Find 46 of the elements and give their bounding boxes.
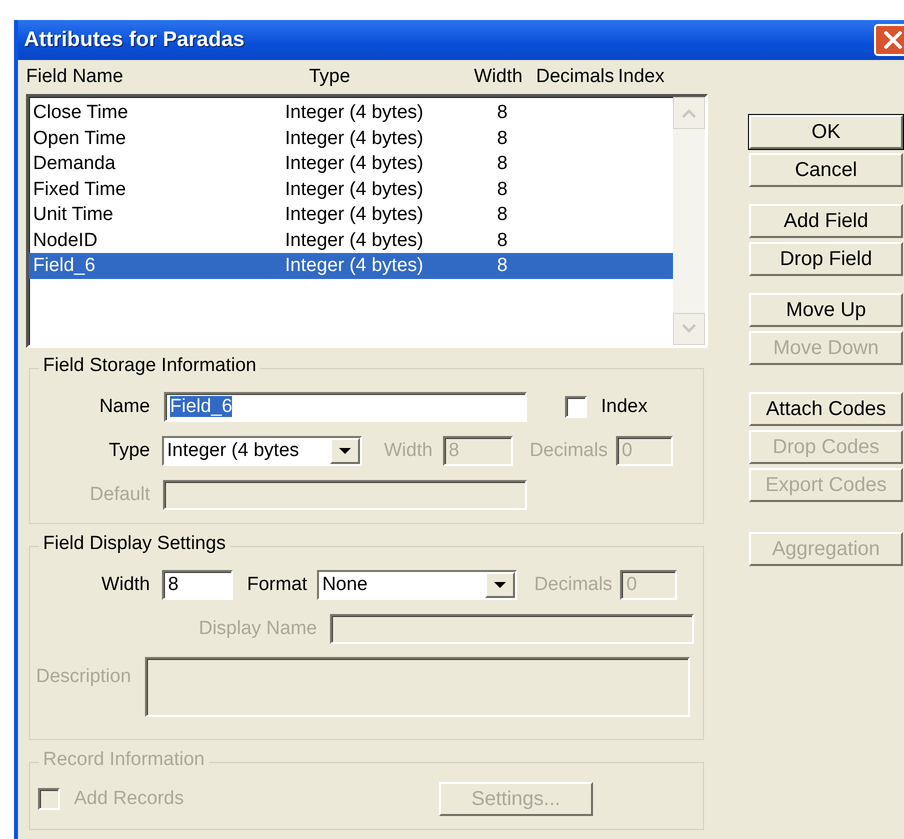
column-header: Type [309, 64, 352, 89]
list-row[interactable]: Demanda Integer (4 bytes) 8 [29, 151, 673, 176]
dialog-button[interactable]: Drop Field [749, 242, 903, 276]
column-header: Width [474, 64, 524, 89]
close-icon [884, 31, 902, 49]
scrollbar[interactable] [673, 97, 705, 345]
dropdown-arrow-icon [493, 581, 508, 589]
scroll-down-icon [681, 324, 697, 334]
field-label: Decimals [534, 572, 612, 597]
column-header: Index [618, 64, 666, 89]
field-label: Display Name [198, 616, 317, 641]
checkbox[interactable] [565, 396, 587, 418]
list-row[interactable]: Unit Time Integer (4 bytes) 8 [29, 202, 673, 228]
list-row[interactable]: Close Time Integer (4 bytes) 8 [29, 100, 673, 126]
close-button[interactable] [874, 24, 904, 56]
group-title: Field Storage Information [39, 355, 260, 378]
scroll-up-icon [681, 108, 697, 118]
field-label: Description [36, 665, 132, 689]
field-label: Decimals [530, 438, 608, 463]
field-label: Width [384, 438, 433, 463]
field-label: Width [100, 572, 150, 597]
type-dropdown[interactable]: Integer (4 bytes [162, 436, 362, 466]
field-label: Type [108, 438, 150, 463]
field-label: Index [601, 394, 648, 419]
format-dropdown[interactable]: None [317, 570, 518, 600]
field-label: Default [88, 482, 150, 507]
window-title: Attributes for Paradas [24, 27, 245, 54]
list-row[interactable]: Open Time Integer (4 bytes) 8 [29, 126, 673, 151]
list-row[interactable]: Fixed Time Integer (4 bytes) 8 [29, 176, 673, 202]
width-field[interactable]: 8 [162, 570, 233, 600]
dialog-button[interactable]: Move Up [749, 293, 903, 327]
field-label: Add Records [74, 786, 184, 811]
name-field[interactable]: Field_6 [164, 392, 527, 422]
field-label: Name [98, 394, 150, 419]
dialog-button[interactable]: Attach Codes [749, 392, 903, 426]
dialog-button[interactable]: OK [749, 115, 903, 149]
column-header: Decimals [536, 64, 616, 89]
dropdown-arrow-icon [338, 447, 352, 455]
group-title: Field Display Settings [39, 533, 230, 556]
list-row[interactable]: Field_6 Integer (4 bytes) 8 [29, 253, 673, 278]
list-row[interactable]: NodeID Integer (4 bytes) 8 [29, 228, 673, 253]
dialog-button[interactable]: Add Field [749, 204, 903, 238]
field-list[interactable] [26, 94, 708, 348]
field-label: Format [247, 572, 308, 597]
dialog-button[interactable]: Cancel [749, 153, 903, 187]
column-header: Field Name [26, 64, 124, 89]
